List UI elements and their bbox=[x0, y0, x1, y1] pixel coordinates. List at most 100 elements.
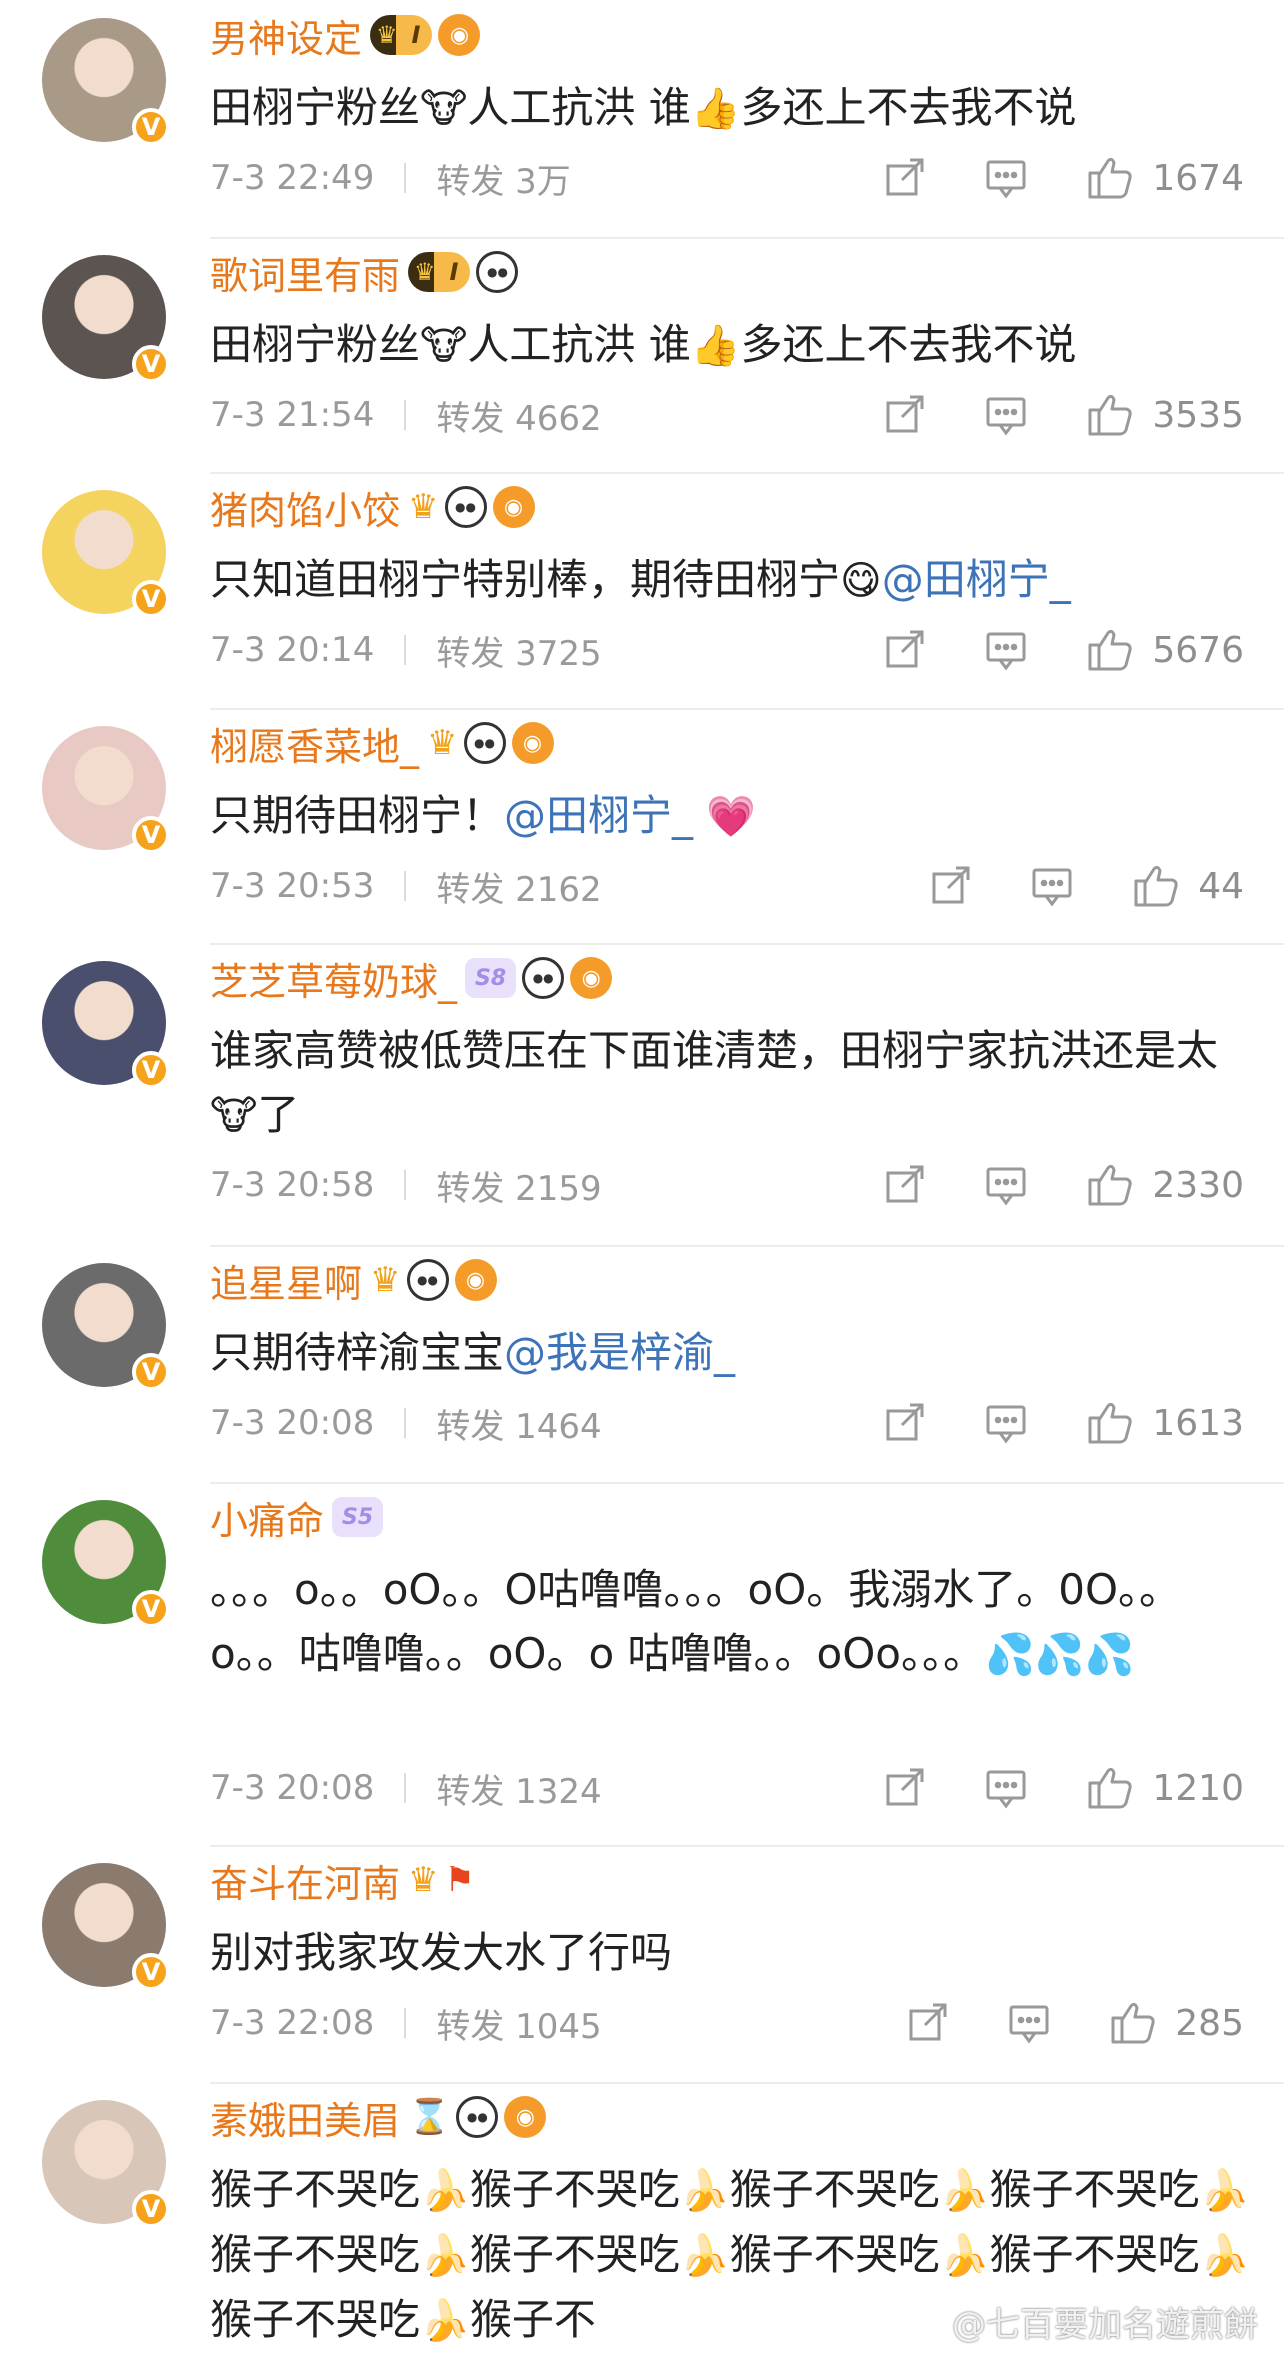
username-row: 小痛命 S5 bbox=[210, 1488, 384, 1546]
repost-count[interactable]: 转发 1464 bbox=[436, 1399, 601, 1448]
like-button[interactable]: 285 bbox=[1109, 2000, 1244, 2046]
username[interactable]: 小痛命 bbox=[210, 1490, 324, 1545]
like-button[interactable]: 1613 bbox=[1086, 1400, 1244, 1446]
username[interactable]: 芝芝草莓奶球_ bbox=[210, 951, 457, 1006]
share-icon[interactable] bbox=[882, 628, 926, 672]
fish-badge-icon: ◉ bbox=[454, 1259, 497, 1301]
like-button[interactable]: 2330 bbox=[1086, 1162, 1244, 1208]
comment-icon[interactable] bbox=[984, 1401, 1028, 1445]
like-button[interactable]: 5676 bbox=[1086, 627, 1244, 673]
comment-icon[interactable] bbox=[984, 628, 1028, 672]
share-icon[interactable] bbox=[928, 864, 972, 908]
comment-icon[interactable] bbox=[984, 393, 1028, 437]
username[interactable]: 猪肉馅小饺 bbox=[210, 480, 400, 535]
repost-count[interactable]: 转发 3725 bbox=[436, 626, 601, 675]
username-row: 奋斗在河南 ♛ ⚑ bbox=[210, 1851, 475, 1909]
avatar[interactable]: V bbox=[42, 961, 170, 1089]
avatar[interactable]: V bbox=[42, 1263, 170, 1391]
comment-text-segment bbox=[693, 791, 706, 840]
user-badges: S5 bbox=[332, 1497, 384, 1537]
comment-icon[interactable] bbox=[984, 156, 1028, 200]
repost-count[interactable]: 转发 1045 bbox=[436, 1999, 601, 2048]
repost-count[interactable]: 转发 2162 bbox=[436, 862, 601, 911]
like-button[interactable]: 3535 bbox=[1086, 392, 1244, 438]
share-icon[interactable] bbox=[882, 1401, 926, 1445]
comment-text-segment: 猴子不哭吃 bbox=[989, 2230, 1200, 2279]
share-icon[interactable] bbox=[882, 393, 926, 437]
panda-badge-icon: ●● bbox=[406, 1259, 449, 1301]
comment-text-segment: 猴子不 bbox=[469, 2295, 596, 2344]
share-icon[interactable] bbox=[905, 2001, 949, 2045]
username[interactable]: 男神设定 bbox=[210, 8, 362, 63]
comment-icon[interactable] bbox=[984, 1163, 1028, 1207]
comment-item: V 栩愿香菜地_ ♛ ●● ◉ 只期待田栩宁！@田栩宁_ 💗 7-3 20:53 转发 216… bbox=[0, 708, 1284, 943]
mention-link[interactable]: @田栩宁_ bbox=[504, 791, 693, 840]
comment-divider bbox=[210, 472, 1284, 474]
like-icon bbox=[1109, 2000, 1157, 2046]
comment-icon[interactable] bbox=[984, 1766, 1028, 1810]
emoji-icon: 💗 bbox=[706, 794, 757, 840]
avatar[interactable]: V bbox=[42, 2100, 170, 2228]
mention-link[interactable]: @我是梓渝_ bbox=[504, 1328, 735, 1377]
emoji-icon: 🐮 bbox=[210, 1093, 258, 1139]
s8-badge: S8 bbox=[465, 958, 517, 998]
comment-text: 。。。o。。oO。。O咕噜噜。。。oO。我溺水了。0O。。o。。咕噜噜。。oO。… bbox=[210, 1558, 1254, 1687]
share-icon[interactable] bbox=[882, 1766, 926, 1810]
timestamp: 7-3 22:49 bbox=[210, 158, 375, 198]
like-button[interactable]: 1210 bbox=[1086, 1765, 1244, 1811]
username-row: 栩愿香菜地_ ♛ ●● ◉ bbox=[210, 714, 554, 772]
like-count: 1674 bbox=[1152, 157, 1244, 199]
emoji-icon: 🍌 bbox=[679, 2233, 730, 2279]
mention-link[interactable]: @田栩宁_ bbox=[882, 555, 1071, 604]
like-icon bbox=[1086, 392, 1134, 438]
username[interactable]: 栩愿香菜地_ bbox=[210, 716, 419, 771]
like-button[interactable]: 1674 bbox=[1086, 155, 1244, 201]
like-count: 44 bbox=[1198, 865, 1244, 907]
verified-badge-icon: V bbox=[132, 816, 170, 854]
avatar[interactable]: V bbox=[42, 1500, 170, 1628]
fish-badge-icon: ◉ bbox=[492, 486, 535, 528]
share-icon[interactable] bbox=[882, 156, 926, 200]
repost-count[interactable]: 转发 1324 bbox=[436, 1764, 601, 1813]
like-count: 1613 bbox=[1152, 1402, 1244, 1444]
comment-meta: 7-3 22:49 转发 3万 1674 bbox=[210, 150, 1284, 206]
username[interactable]: 追星星啊 bbox=[210, 1253, 362, 1308]
meta-divider bbox=[404, 1773, 407, 1803]
like-button[interactable]: 44 bbox=[1132, 863, 1244, 909]
username[interactable]: 素娥田美眉 bbox=[210, 2090, 400, 2145]
comment-text-segment: 谁家高赞被低赞压在下面谁清楚，田栩宁家抗洪还是太 bbox=[210, 1026, 1219, 1075]
avatar[interactable]: V bbox=[42, 726, 170, 854]
meta-divider bbox=[404, 2008, 407, 2038]
repost-count[interactable]: 转发 4662 bbox=[436, 391, 601, 440]
user-badges: ♛ I ◉ bbox=[370, 14, 481, 56]
avatar[interactable]: V bbox=[42, 255, 170, 383]
comment-actions: 5676 bbox=[882, 627, 1244, 673]
avatar[interactable]: V bbox=[42, 18, 170, 146]
username[interactable]: 奋斗在河南 bbox=[210, 1853, 400, 1908]
verified-badge-icon: V bbox=[132, 2190, 170, 2228]
comment-item: V 芝芝草莓奶球_ S8 ●● ◉ 谁家高赞被低赞压在下面谁清楚，田栩宁家抗洪还是太 🐮了 7… bbox=[0, 943, 1284, 1245]
comment-icon[interactable] bbox=[1030, 864, 1074, 908]
repost-count[interactable]: 转发 2159 bbox=[436, 1161, 601, 1210]
timestamp: 7-3 20:08 bbox=[210, 1768, 375, 1808]
verified-badge-icon: V bbox=[132, 1353, 170, 1391]
meta-divider bbox=[404, 1170, 407, 1200]
repost-count[interactable]: 转发 3万 bbox=[436, 154, 570, 203]
panda-badge-icon: ●● bbox=[463, 722, 506, 764]
vip-level-badge: ♛ I bbox=[408, 252, 471, 292]
username[interactable]: 歌词里有雨 bbox=[210, 245, 400, 300]
comment-actions: 1613 bbox=[882, 1400, 1244, 1446]
avatar[interactable]: V bbox=[42, 1863, 170, 1991]
avatar[interactable]: V bbox=[42, 490, 170, 618]
like-count: 5676 bbox=[1152, 629, 1244, 671]
user-badges: ♛ ●● ◉ bbox=[370, 1259, 497, 1301]
comment-item: V 歌词里有雨 ♛ I ●● 田栩宁粉丝🐮人工抗洪 谁👍多还上不去我不说 7-3 21:54… bbox=[0, 237, 1284, 472]
comment-icon[interactable] bbox=[1007, 2001, 1051, 2045]
like-count: 3535 bbox=[1152, 394, 1244, 436]
comment-text-segment: 了 bbox=[257, 1090, 300, 1139]
meta-divider bbox=[404, 1408, 407, 1438]
comment-text: 田栩宁粉丝🐮人工抗洪 谁👍多还上不去我不说 bbox=[210, 313, 1254, 378]
share-icon[interactable] bbox=[882, 1163, 926, 1207]
verified-badge-icon: V bbox=[132, 1051, 170, 1089]
comment-meta: 7-3 20:08 转发 1324 1210 bbox=[210, 1760, 1284, 1816]
